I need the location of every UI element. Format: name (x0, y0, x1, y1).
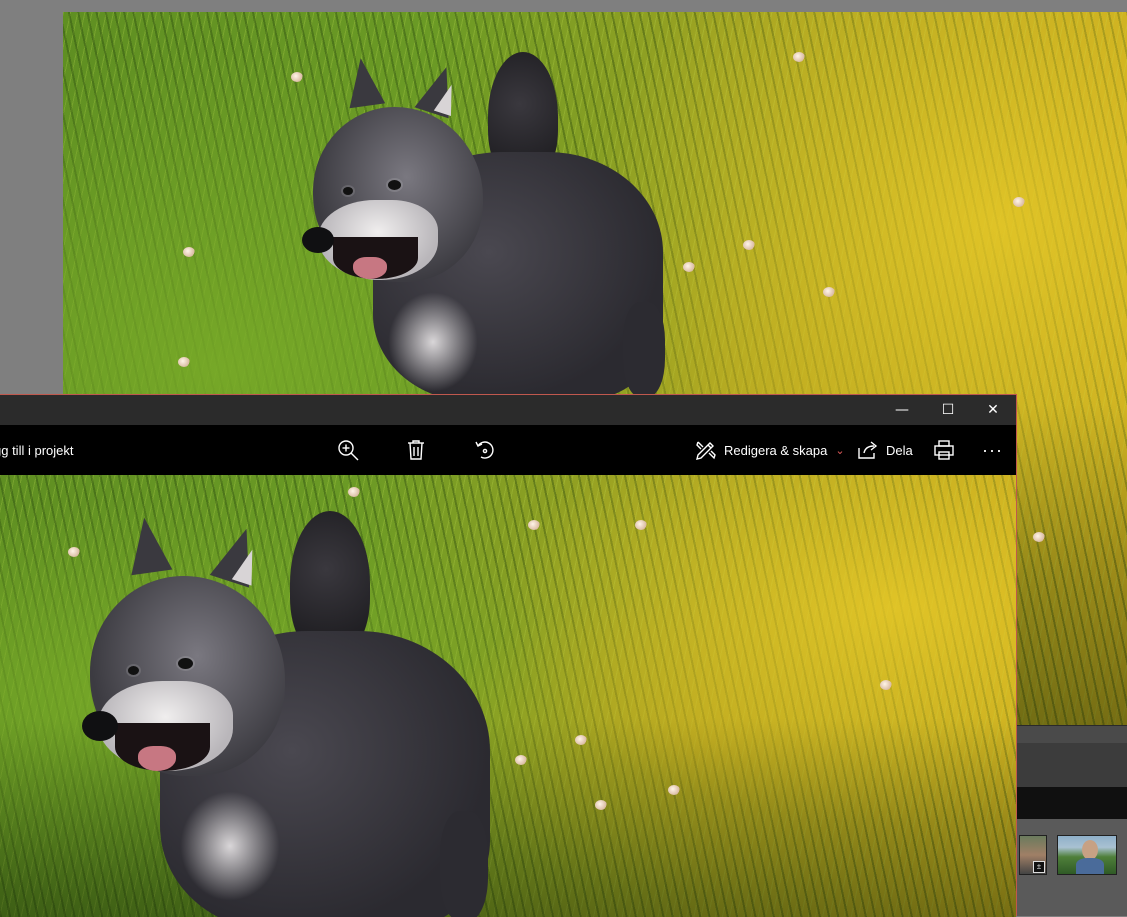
dog-nose (82, 711, 118, 741)
add-to-project-label: gg till i projekt (0, 442, 74, 458)
background-panel-strip (1017, 787, 1127, 819)
dog-ear (342, 55, 386, 109)
edit-create-icon (694, 438, 718, 462)
dog-leg (440, 811, 488, 917)
edit-and-create-label: Redigera & skapa (724, 442, 828, 458)
dog-leg (623, 302, 665, 397)
maximize-button[interactable]: ☐ (925, 395, 971, 425)
dog-tongue (353, 257, 387, 279)
flower (793, 52, 805, 62)
flower (528, 520, 540, 530)
flower (668, 785, 680, 795)
flower (515, 755, 527, 765)
background-panel-header (1017, 725, 1127, 744)
flower (1033, 532, 1045, 542)
flower (880, 680, 892, 690)
close-button[interactable]: ✕ (970, 395, 1016, 425)
minimize-button[interactable]: — (879, 395, 925, 425)
dog-eye (128, 666, 139, 675)
rotate-button[interactable] (473, 425, 497, 475)
background-panel (1017, 743, 1127, 787)
thumbnail-face (1082, 840, 1098, 860)
flower (575, 735, 587, 745)
more-options-button[interactable]: ··· (982, 425, 1003, 475)
share-icon (856, 438, 880, 462)
share-button[interactable]: Dela (856, 425, 913, 475)
dog-chest (388, 292, 478, 392)
zoom-button[interactable] (336, 425, 360, 475)
flower (635, 520, 647, 530)
flower (683, 262, 695, 272)
dog-nose (302, 227, 334, 253)
dog-chest (180, 791, 280, 901)
photos-app-window: — ☐ ✕ gg till i projekt Redigera & skapa… (0, 394, 1017, 917)
flower (68, 547, 80, 557)
flower (1013, 197, 1025, 207)
dog-eye (388, 180, 401, 190)
zoom-in-icon (336, 438, 360, 462)
title-bar[interactable]: — ☐ ✕ (0, 395, 1016, 425)
flower (291, 72, 303, 82)
edit-badge-icon: ± (1033, 861, 1045, 873)
flower (178, 357, 190, 367)
photo-viewer-image[interactable] (0, 475, 1016, 917)
printer-icon (932, 438, 956, 462)
flower (743, 240, 755, 250)
dog-eye (343, 187, 353, 195)
trash-icon (404, 438, 428, 462)
chevron-down-icon: ⌄ (835, 444, 845, 457)
toolbar: gg till i projekt Redigera & skapa ⌄ Del… (0, 425, 1016, 475)
dog-tongue (138, 746, 176, 771)
flower (348, 487, 360, 497)
flower (183, 247, 195, 257)
dog-eye (178, 658, 193, 669)
filmstrip: ± (1017, 819, 1127, 916)
flower (595, 800, 607, 810)
flower (823, 287, 835, 297)
dog-ear (123, 514, 173, 576)
add-to-project-button[interactable]: gg till i projekt (0, 425, 73, 475)
filmstrip-thumbnail[interactable]: ± (1019, 835, 1047, 875)
print-button[interactable] (932, 425, 956, 475)
thumbnail-shirt (1076, 858, 1104, 874)
delete-button[interactable] (404, 425, 428, 475)
share-label: Dela (886, 442, 913, 458)
edit-and-create-button[interactable]: Redigera & skapa ⌄ (694, 425, 845, 475)
rotate-icon (473, 438, 497, 462)
filmstrip-thumbnail[interactable] (1057, 835, 1117, 875)
